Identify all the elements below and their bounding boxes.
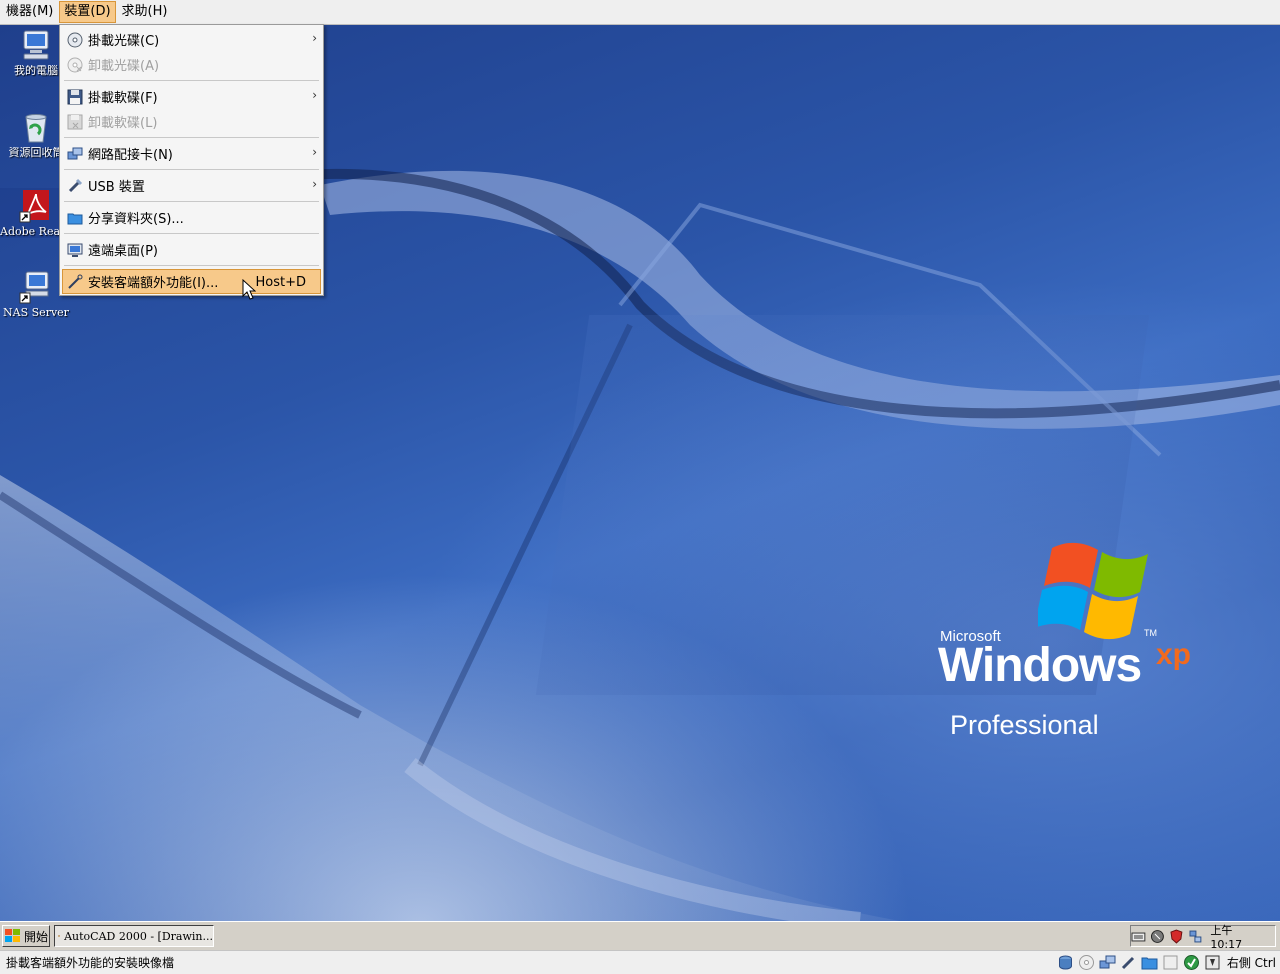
security-shield-icon[interactable] [1169,929,1184,944]
menu-item-label: USB 裝置 [88,180,145,195]
logo-xp: xp [1156,638,1192,671]
shared-folder-icon[interactable] [1141,954,1158,971]
hard-disk-icon[interactable] [1057,954,1074,971]
virtualization-icon[interactable] [1183,954,1200,971]
logo-edition: Professional [950,710,1099,740]
menu-item-label: 卸載軟碟(L) [88,116,158,131]
menu-item-mount-floppy[interactable]: 掛載軟碟(F) › [60,84,323,109]
menu-separator [64,137,319,138]
menu-item-label: 掛載軟碟(F) [88,91,158,106]
submenu-arrow-icon: › [312,31,317,45]
submenu-arrow-icon: › [312,177,317,191]
logo-tm: TM [1144,628,1157,638]
menu-item-shortcut: Host+D [255,275,306,290]
menu-item-unmount-floppy[interactable]: 卸載軟碟(L) [60,109,323,134]
system-tray: 上午 10:17 [1130,924,1276,951]
network-icon [66,145,84,163]
menu-item-install-guest-additions[interactable]: 安裝客端額外功能(I)... Host+D [62,269,321,294]
menu-machine[interactable]: 機器(M) [2,1,57,23]
start-button[interactable]: 開始 [2,925,50,947]
recycle-bin-icon [18,109,54,145]
menu-help[interactable]: 求助(H) [118,1,172,23]
menu-item-mount-cd[interactable]: 掛載光碟(C) › [60,27,323,52]
logo-windows: Windows [938,639,1142,692]
menu-separator [64,80,319,81]
cd-eject-icon [66,56,84,74]
submenu-arrow-icon: › [312,145,317,159]
menu-item-label: 遠端桌面(P) [88,244,158,259]
display-icon[interactable] [1162,954,1179,971]
menu-separator [64,169,319,170]
usb-icon[interactable] [1120,954,1137,971]
menu-devices[interactable]: 裝置(D) [59,1,116,23]
network-tray-icon[interactable] [1188,929,1203,944]
folder-icon [66,209,84,227]
menu-item-unmount-cd[interactable]: 卸載光碟(A) [60,52,323,77]
menu-separator [64,201,319,202]
submenu-arrow-icon: › [312,88,317,102]
menu-item-label: 安裝客端額外功能(I)... [88,276,219,291]
mouse-integration-icon[interactable] [1204,954,1221,971]
menu-separator [64,265,319,266]
adobe-reader-icon [18,188,54,224]
guest-taskbar: 開始 AutoCAD 2000 - [Drawin... 上午 10:17 [0,921,1280,951]
menu-item-network-adapters[interactable]: 網路配接卡(N) › [60,141,323,166]
start-button-label: 開始 [24,929,49,944]
menubar: 機器(M) 裝置(D) 求助(H) [0,0,1280,25]
floppy-icon [66,88,84,106]
mouse-pointer-icon [242,279,256,300]
desktop-icon-label: NAS Server [3,307,69,319]
taskbar-button-label: AutoCAD 2000 - [Drawin... [64,929,213,943]
autocad-icon [58,935,61,937]
menu-separator [64,233,319,234]
menu-item-shared-folders[interactable]: 分享資料夾(S)... [60,205,323,230]
host-key-label: 右側 Ctrl [1226,956,1276,970]
remote-desktop-icon [66,241,84,259]
guest-additions-icon [66,273,84,291]
network-computer-icon [18,269,54,305]
host-status-bar: 掛載客端額外功能的安裝映像檔 右側 Ctrl [0,950,1280,974]
status-text: 掛載客端額外功能的安裝映像檔 [6,956,175,970]
taskbar-button-autocad[interactable]: AutoCAD 2000 - [Drawin... [54,925,214,947]
menu-item-label: 卸載光碟(A) [88,59,160,74]
network-icon[interactable] [1099,954,1116,971]
menu-item-label: 分享資料夾(S)... [88,212,184,227]
volume-icon[interactable] [1150,929,1165,944]
cd-icon [66,31,84,49]
computer-icon [18,27,54,63]
menu-item-label: 掛載光碟(C) [88,34,160,49]
clock: 上午 10:17 [1210,923,1243,951]
menu-item-usb-devices[interactable]: USB 裝置 › [60,173,323,198]
floppy-eject-icon [66,113,84,131]
devices-menu: 掛載光碟(C) › 卸載光碟(A) 掛載軟碟(F) › 卸載軟碟(L) 網路配接… [59,24,324,296]
status-icons: 右側 Ctrl [1057,954,1280,971]
menu-item-remote-desktop[interactable]: 遠端桌面(P) [60,237,323,262]
windows-flag-icon [5,929,20,942]
windows-xp-logo: Microsoft Windows TM xp Professional [938,540,1208,740]
keyboard-icon[interactable] [1131,929,1146,944]
cd-icon[interactable] [1078,954,1095,971]
usb-icon [66,177,84,195]
menu-item-label: 網路配接卡(N) [88,148,173,163]
